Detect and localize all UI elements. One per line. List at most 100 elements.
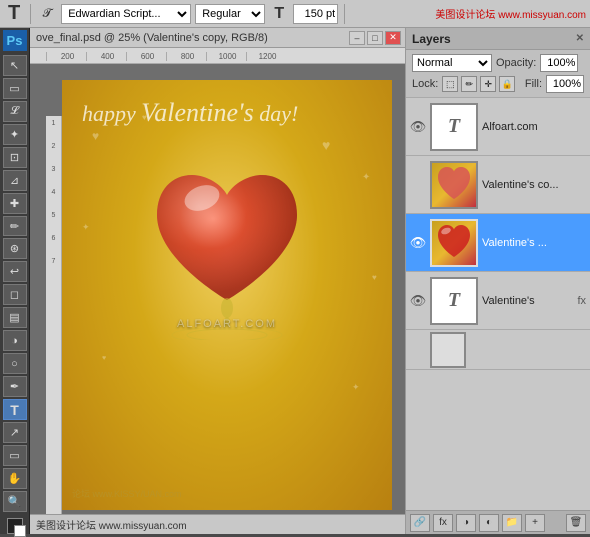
font-size-icon: T — [269, 4, 289, 24]
ruler-mark-1000: 1000 — [206, 52, 246, 61]
layer-item-empty[interactable] — [406, 330, 590, 370]
separator-2 — [344, 4, 345, 24]
layer-item-valentines-selected[interactable]: 👁 Valentine's ... — [406, 214, 590, 272]
close-button[interactable]: ✕ — [385, 31, 401, 45]
canvas-container[interactable]: 1234567 ♥ ♥ ♥ ✦ ✦ ♥ ♥ ✦ — [46, 80, 405, 514]
document-area: ove_final.psd @ 25% (Valentine's copy, R… — [30, 28, 405, 534]
layer-visibility-valentines[interactable]: 👁 — [410, 235, 426, 251]
healing-tool[interactable]: ✚ — [3, 193, 27, 214]
foreground-color[interactable] — [7, 518, 23, 534]
canvas-valentine-text: happy Valentine's day! — [82, 98, 298, 128]
layer-thumb-empty — [430, 332, 466, 368]
text-tool-button[interactable]: T — [4, 2, 24, 25]
layer-mask-button[interactable]: ◑ — [456, 514, 476, 532]
layer-name-valentines-selected: Valentine's ... — [482, 237, 586, 249]
eraser-tool[interactable]: ◻ — [3, 284, 27, 305]
canvas-image[interactable]: ♥ ♥ ♥ ✦ ✦ ♥ ♥ ✦ happy Valentine's day! — [62, 80, 392, 510]
background-color[interactable] — [14, 525, 26, 537]
move-tool[interactable]: ↖ — [3, 55, 27, 76]
text-tool[interactable]: T — [3, 399, 27, 420]
layer-adjustment-button[interactable]: ◐ — [479, 514, 499, 532]
brush-tool[interactable]: ✏ — [3, 216, 27, 237]
layer-thumb-valentines-selected — [430, 219, 478, 267]
layer-visibility-valentines-text[interactable]: 👁 — [410, 293, 426, 309]
blend-mode-select[interactable]: Normal — [412, 54, 492, 72]
ruler-left: 1234567 — [46, 116, 62, 514]
ruler-top: 200 400 600 800 1000 1200 — [30, 48, 405, 64]
opacity-input[interactable] — [540, 54, 578, 72]
document-title-bar: ove_final.psd @ 25% (Valentine's copy, R… — [30, 28, 405, 48]
canvas-watermark-center: ALFOART.COM — [177, 318, 277, 330]
layer-thumb-valentines-text: T — [430, 277, 478, 325]
crop-tool[interactable]: ⊡ — [3, 147, 27, 168]
path-selection-tool[interactable]: ↗ — [3, 422, 27, 443]
font-family-select[interactable]: Edwardian Script... — [61, 4, 191, 24]
font-style-select[interactable]: Regular — [195, 4, 265, 24]
layer-visibility-alfoart[interactable]: 👁 — [410, 119, 426, 135]
layer-fx-button[interactable]: fx — [433, 514, 453, 532]
layers-row2: Lock: ⬚ ✏ ✛ 🔒 Fill: — [412, 75, 584, 93]
lock-transparent-button[interactable]: ⬚ — [442, 76, 458, 92]
magic-wand-tool[interactable]: ✦ — [3, 124, 27, 145]
gradient-tool[interactable]: ▤ — [3, 307, 27, 328]
document-title: ove_final.psd @ 25% (Valentine's copy, R… — [36, 32, 399, 44]
eyedropper-tool[interactable]: ⊿ — [3, 170, 27, 191]
lasso-tool[interactable]: 𝓛 — [3, 101, 27, 122]
layer-folder-button[interactable]: 📁 — [502, 514, 522, 532]
ruler-mark-600: 600 — [126, 52, 166, 61]
pen-tool[interactable]: ✒ — [3, 376, 27, 397]
hand-tool[interactable]: ✋ — [3, 468, 27, 489]
lock-paint-button[interactable]: ✏ — [461, 76, 477, 92]
font-size-input[interactable] — [293, 4, 338, 24]
ps-logo: Ps — [3, 30, 27, 51]
font-style-icon: 𝓣 — [37, 4, 57, 24]
canvas-watermark-bottom: 论坛 www.KISSY/UAN.com — [72, 487, 182, 500]
layer-thumb-valentines-copy — [430, 161, 478, 209]
layer-item-valentines-text[interactable]: 👁 T Valentine's fx — [406, 272, 590, 330]
fill-label: Fill: — [525, 78, 542, 90]
layer-link-button[interactable]: 🔗 — [410, 514, 430, 532]
marquee-tool[interactable]: ▭ — [3, 78, 27, 99]
window-controls: – □ ✕ — [349, 31, 401, 45]
separator-1 — [30, 4, 31, 24]
layers-close-button[interactable]: ✕ — [576, 33, 584, 44]
layers-row1: Normal Opacity: — [412, 54, 584, 72]
status-text: 美图设计论坛 www.missyuan.com — [36, 517, 187, 532]
layer-item-alfoart[interactable]: 👁 T Alfoart.com — [406, 98, 590, 156]
main-area: Ps ↖ ▭ 𝓛 ✦ ⊡ ⊿ ✚ ✏ ⊛ ↩ ◻ ▤ ◑ ○ ✒ T ↗ ▭ ✋… — [0, 28, 590, 534]
history-brush-tool[interactable]: ↩ — [3, 261, 27, 282]
opacity-label: Opacity: — [496, 57, 536, 69]
layer-item-valentines-copy[interactable]: Valentine's co... — [406, 156, 590, 214]
layer-visibility-empty[interactable] — [410, 342, 426, 358]
restore-button[interactable]: □ — [367, 31, 383, 45]
shape-tool[interactable]: ▭ — [3, 445, 27, 466]
layer-name-valentines-text: Valentine's — [482, 295, 571, 307]
layers-title: Layers — [412, 32, 451, 46]
minimize-button[interactable]: – — [349, 31, 365, 45]
layer-delete-button[interactable]: 🗑 — [566, 514, 586, 532]
ruler-mark-400: 400 — [86, 52, 126, 61]
clone-tool[interactable]: ⊛ — [3, 238, 27, 259]
ruler-marks: 200 400 600 800 1000 1200 — [30, 52, 286, 61]
toolbar-watermark: 美图设计论坛 www.missyuan.com — [435, 6, 586, 21]
lock-all-button[interactable]: 🔒 — [499, 76, 515, 92]
layer-name-alfoart: Alfoart.com — [482, 121, 586, 133]
ruler-mark-200: 200 — [46, 52, 86, 61]
top-toolbar: T 𝓣 Edwardian Script... Regular T 美图设计论坛… — [0, 0, 590, 28]
layer-thumb-alfoart: T — [430, 103, 478, 151]
layer-fx-icon: fx — [577, 295, 586, 307]
zoom-tool[interactable]: 🔍 — [3, 491, 27, 512]
layers-list: 👁 T Alfoart.com Valentine's co... — [406, 98, 590, 510]
lock-label: Lock: — [412, 78, 438, 90]
status-bar: 美图设计论坛 www.missyuan.com — [30, 514, 405, 534]
ruler-mark-1200: 1200 — [246, 52, 286, 61]
layer-new-button[interactable]: + — [525, 514, 545, 532]
blur-tool[interactable]: ◑ — [3, 330, 27, 351]
layers-panel: Layers ✕ Normal Opacity: Lock: ⬚ ✏ ✛ 🔒 — [405, 28, 590, 534]
layers-footer: 🔗 fx ◑ ◐ 📁 + 🗑 — [406, 510, 590, 534]
toolbar-right: 美图设计论坛 www.missyuan.com — [435, 6, 586, 21]
fill-input[interactable] — [546, 75, 584, 93]
lock-position-button[interactable]: ✛ — [480, 76, 496, 92]
layer-visibility-valentines-copy[interactable] — [410, 177, 426, 193]
dodge-tool[interactable]: ○ — [3, 353, 27, 374]
